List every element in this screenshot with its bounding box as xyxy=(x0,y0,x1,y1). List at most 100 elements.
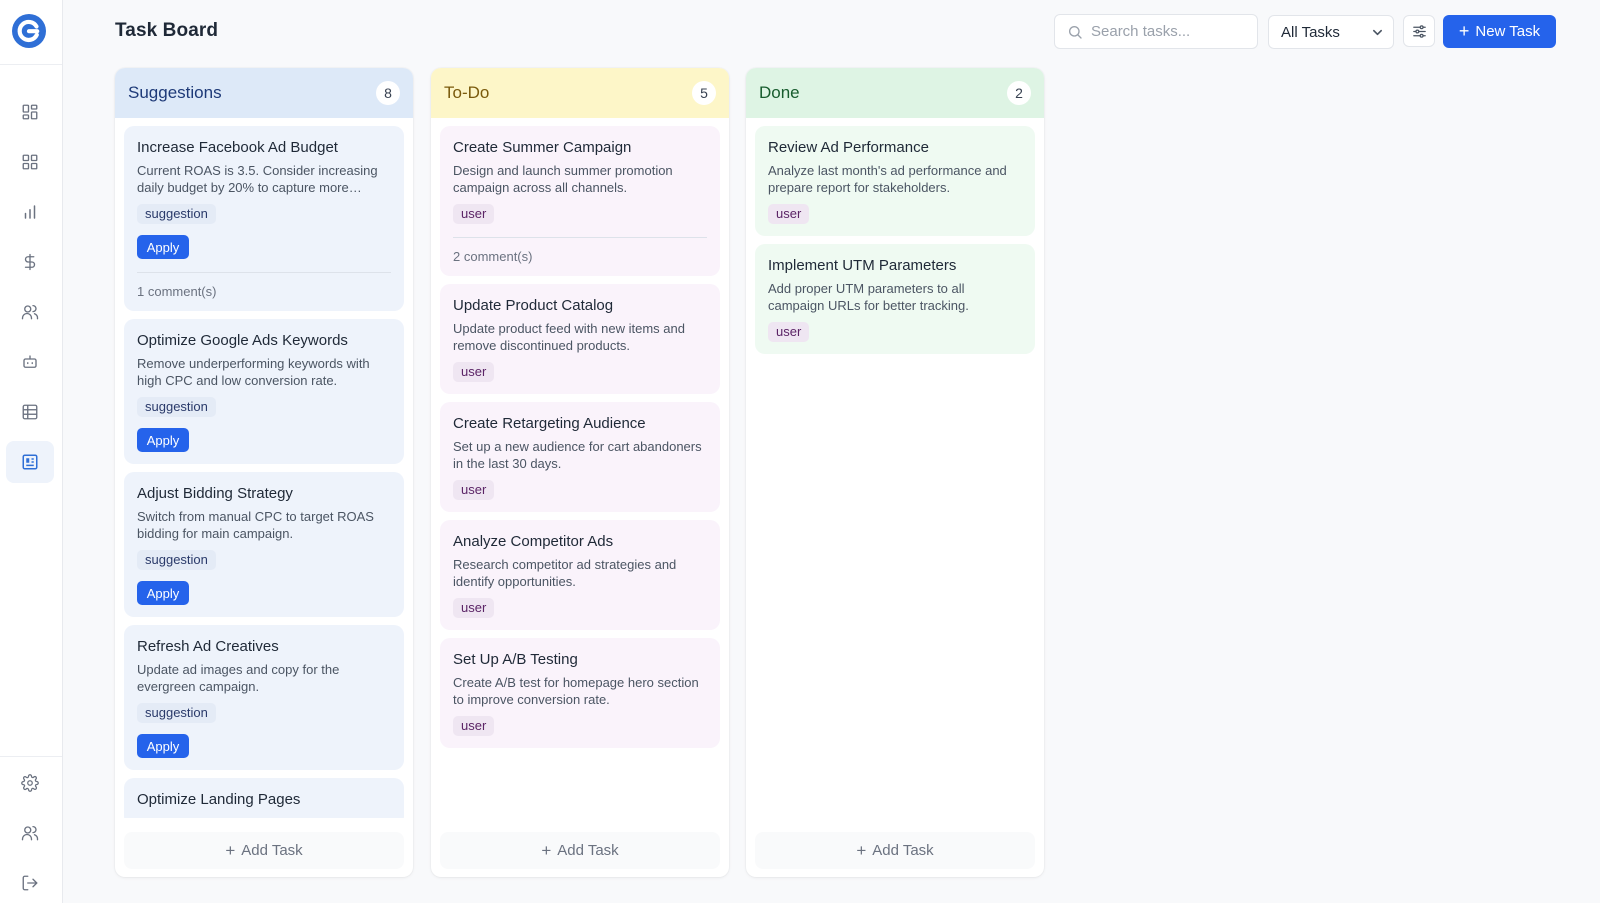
sidebar-item-team[interactable] xyxy=(6,812,54,854)
card-description: Design and launch summer promotion campa… xyxy=(453,163,673,195)
search-icon xyxy=(1069,25,1082,39)
board-icon xyxy=(22,454,38,470)
add-task-label: Add Task xyxy=(241,842,303,859)
card-tag: suggestion xyxy=(137,550,216,570)
search-input[interactable] xyxy=(1091,23,1241,40)
task-card[interactable]: Create Summer Campaign Design and launch… xyxy=(440,126,720,276)
card-tag: suggestion xyxy=(137,204,216,224)
card-title: Optimize Landing Pages xyxy=(137,791,301,808)
sidebar-item-dashboard[interactable] xyxy=(6,91,54,133)
card-tag: user xyxy=(453,480,495,500)
filter-settings-button[interactable] xyxy=(1403,15,1435,47)
column-title: To-Do xyxy=(444,83,490,102)
column-header: To-Do 5 xyxy=(431,68,729,118)
card-tag: user xyxy=(453,598,495,618)
card-title: Optimize Google Ads Keywords xyxy=(137,332,348,349)
card-title: Set Up A/B Testing xyxy=(453,651,578,668)
card-description: Remove underperforming keywords with hig… xyxy=(137,356,370,388)
card-description: Switch from manual CPC to target ROAS bi… xyxy=(137,509,374,541)
column-to-do: To-Do 5 Create Summer Campaign Design an… xyxy=(431,68,729,877)
task-card[interactable]: Optimize Google Ads Keywords Remove unde… xyxy=(124,319,404,464)
add-task-label: Add Task xyxy=(557,842,619,859)
apply-button[interactable]: Apply xyxy=(137,734,189,758)
card-description: Research competitor ad strategies and id… xyxy=(453,557,677,589)
sidebar-item-apps[interactable] xyxy=(6,141,54,183)
apply-button[interactable]: Apply xyxy=(137,235,189,259)
task-card[interactable]: Optimize Landing Pages xyxy=(124,778,404,818)
card-title: Create Summer Campaign xyxy=(453,139,632,156)
card-description: Current ROAS is 3.5. Consider increasing… xyxy=(137,163,378,195)
task-card[interactable]: Analyze Competitor Ads Research competit… xyxy=(440,520,720,630)
column-count-badge: 2 xyxy=(1007,81,1031,105)
bot-icon xyxy=(23,355,37,368)
task-filter-select[interactable]: All Tasks xyxy=(1268,15,1394,49)
sidebar-item-logout[interactable] xyxy=(6,862,54,903)
chevron-down-icon xyxy=(1373,29,1382,36)
add-task-label: Add Task xyxy=(872,842,934,859)
task-card[interactable]: Implement UTM Parameters Add proper UTM … xyxy=(755,244,1035,354)
card-title: Review Ad Performance xyxy=(768,139,929,156)
table-icon xyxy=(22,404,38,420)
search-box[interactable] xyxy=(1054,14,1258,49)
sidebar-item-automation[interactable] xyxy=(6,341,54,383)
column-count-badge: 8 xyxy=(376,81,400,105)
sidebar-item-table[interactable] xyxy=(6,391,54,433)
plus-icon: + xyxy=(856,840,867,860)
task-card[interactable]: Adjust Bidding Strategy Switch from manu… xyxy=(124,472,404,617)
card-tag: user xyxy=(768,322,810,342)
new-task-label: New Task xyxy=(1475,23,1541,40)
gear-icon xyxy=(21,774,39,792)
card-tag: user xyxy=(453,204,495,224)
column-count-badge: 5 xyxy=(692,81,716,105)
card-title: Create Retargeting Audience xyxy=(453,415,646,432)
card-description: Analyze last month's ad performance and … xyxy=(768,163,1007,195)
dollar-icon xyxy=(24,253,36,271)
plus-icon: + xyxy=(1458,20,1470,41)
card-description: Add proper UTM parameters to all campaig… xyxy=(768,281,969,313)
apply-button[interactable]: Apply xyxy=(137,428,189,452)
card-description: Update product feed with new items and r… xyxy=(453,321,685,353)
task-card[interactable]: Refresh Ad Creatives Update ad images an… xyxy=(124,625,404,770)
card-title: Increase Facebook Ad Budget xyxy=(137,139,338,156)
sidebar-item-analytics[interactable] xyxy=(6,191,54,233)
new-task-button[interactable]: + New Task xyxy=(1443,15,1556,48)
apps-icon xyxy=(22,154,38,170)
column-body[interactable]: Create Summer Campaign Design and launch… xyxy=(431,118,729,818)
sliders-icon xyxy=(1412,24,1426,38)
plus-icon: + xyxy=(541,840,552,860)
card-comments[interactable]: 2 comment(s) xyxy=(453,237,707,264)
sidebar-item-settings[interactable] xyxy=(6,762,54,804)
card-comments[interactable]: 1 comment(s) xyxy=(137,272,391,299)
sidebar xyxy=(0,0,63,903)
task-card[interactable]: Set Up A/B Testing Create A/B test for h… xyxy=(440,638,720,748)
card-description: Update ad images and copy for the evergr… xyxy=(137,662,340,694)
card-tag: suggestion xyxy=(137,703,216,723)
apply-button[interactable]: Apply xyxy=(137,581,189,605)
card-tag: suggestion xyxy=(137,397,216,417)
add-task-button[interactable]: + Add Task xyxy=(755,832,1035,869)
column-title: Suggestions xyxy=(128,83,222,102)
dashboard-icon xyxy=(22,104,38,120)
column-header: Suggestions 8 xyxy=(115,68,413,118)
plus-icon: + xyxy=(225,840,236,860)
task-card[interactable]: Update Product Catalog Update product fe… xyxy=(440,284,720,394)
add-task-button[interactable]: + Add Task xyxy=(440,832,720,869)
column-body[interactable]: Review Ad Performance Analyze last month… xyxy=(746,118,1044,818)
card-title: Update Product Catalog xyxy=(453,297,614,314)
task-card[interactable]: Increase Facebook Ad Budget Current ROAS… xyxy=(124,126,404,311)
sidebar-item-task-board[interactable] xyxy=(6,441,54,483)
card-title: Analyze Competitor Ads xyxy=(453,533,614,550)
users-icon xyxy=(21,304,39,320)
sidebar-item-billing[interactable] xyxy=(6,241,54,283)
column-body[interactable]: Increase Facebook Ad Budget Current ROAS… xyxy=(115,118,413,818)
column-header: Done 2 xyxy=(746,68,1044,118)
card-tag: user xyxy=(453,716,495,736)
task-card[interactable]: Review Ad Performance Analyze last month… xyxy=(755,126,1035,236)
analytics-icon xyxy=(24,205,36,219)
task-filter-value: All Tasks xyxy=(1281,23,1340,41)
add-task-button[interactable]: + Add Task xyxy=(124,832,404,869)
task-card[interactable]: Create Retargeting Audience Set up a new… xyxy=(440,402,720,512)
sidebar-item-users[interactable] xyxy=(6,291,54,333)
brand-logo[interactable] xyxy=(10,12,48,50)
card-title: Refresh Ad Creatives xyxy=(137,638,279,655)
